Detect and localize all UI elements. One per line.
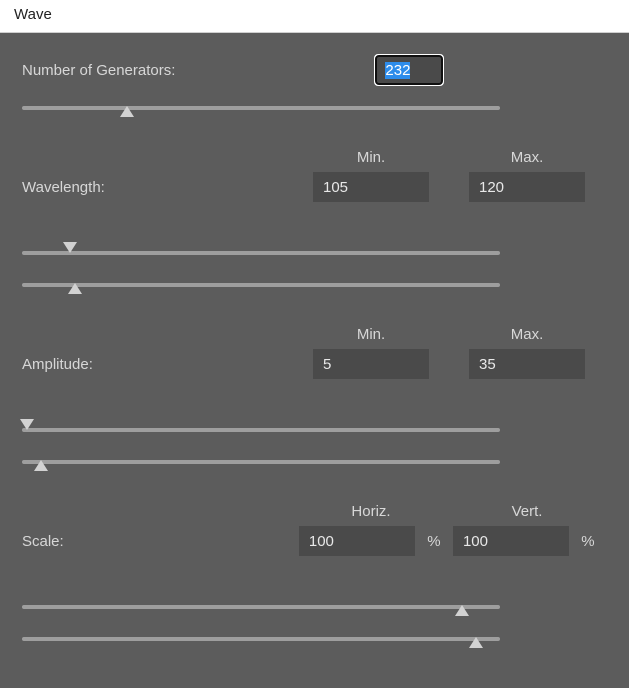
amplitude-min-slider[interactable] [22,421,500,439]
wave-panel: Number of Generators: Min. Max. Waveleng… [0,33,629,688]
amplitude-max-thumb[interactable] [34,460,48,471]
wavelength-min-thumb[interactable] [63,242,77,253]
generators-label: Number of Generators: [22,62,175,79]
scale-horiz-thumb[interactable] [455,605,469,616]
wavelength-min-input[interactable] [313,172,429,202]
scale-vert-thumb[interactable] [469,637,483,648]
scale-horiz-unit: % [415,533,453,550]
amplitude-label: Amplitude: [22,356,313,373]
scale-label: Scale: [22,533,299,550]
wavelength-max-thumb[interactable] [68,283,82,294]
wavelength-min-header: Min. [313,149,429,166]
scale-vert-slider[interactable] [22,630,500,648]
generators-slider[interactable] [22,99,500,117]
amplitude-min-thumb[interactable] [20,419,34,430]
wave-dialog: Wave Number of Generators: Min. Max. Wav… [0,0,629,688]
wavelength-max-input[interactable] [469,172,585,202]
scale-horiz-header: Horiz. [313,503,429,520]
generators-input[interactable] [375,55,443,85]
wavelength-label: Wavelength: [22,179,313,196]
amplitude-min-input[interactable] [313,349,429,379]
scale-horiz-slider[interactable] [22,598,500,616]
amplitude-max-slider[interactable] [22,453,500,471]
generators-slider-thumb[interactable] [120,106,134,117]
wavelength-min-slider[interactable] [22,244,500,262]
window-title: Wave [0,0,629,33]
amplitude-max-header: Max. [469,326,585,343]
wavelength-max-slider[interactable] [22,276,500,294]
amplitude-max-input[interactable] [469,349,585,379]
scale-vert-input[interactable] [453,526,569,556]
scale-vert-header: Vert. [469,503,585,520]
amplitude-min-header: Min. [313,326,429,343]
wavelength-max-header: Max. [469,149,585,166]
scale-horiz-input[interactable] [299,526,415,556]
scale-vert-unit: % [569,533,607,550]
